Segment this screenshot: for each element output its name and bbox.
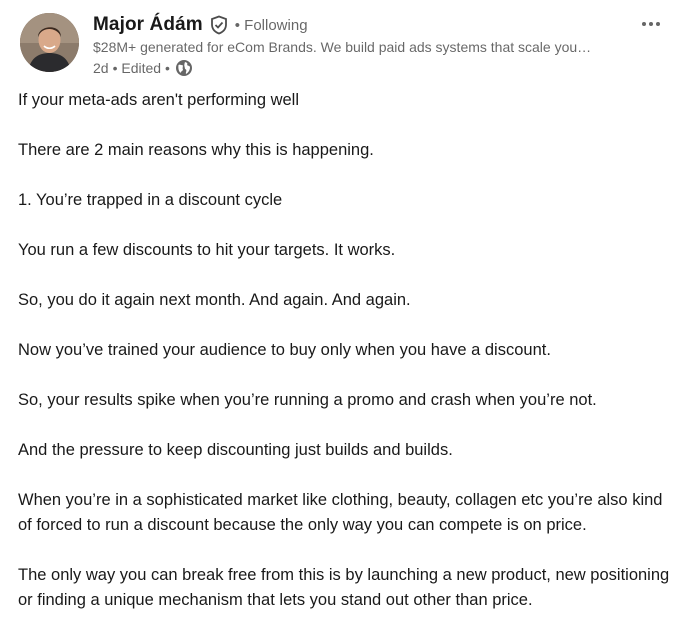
author-name[interactable]: Major Ádám <box>93 14 203 36</box>
post-paragraph: When you’re in a sophisticated market li… <box>18 491 663 534</box>
author-meta: Major Ádám • Following $28M+ generated f… <box>93 12 653 78</box>
author-avatar[interactable] <box>20 13 79 72</box>
post-subline: 2d • Edited • <box>93 58 653 78</box>
edited-label: • Edited • <box>112 60 170 76</box>
post-paragraph: The only way you can break free from thi… <box>18 566 670 609</box>
post-paragraph: There are 2 main reasons why this is hap… <box>18 141 374 159</box>
post-age: 2d <box>93 60 109 76</box>
post-paragraph: You run a few discounts to hit your targ… <box>18 241 396 259</box>
post-paragraph: If your meta-ads aren't performing well <box>18 91 300 109</box>
post-paragraph: So, your results spike when you’re runni… <box>18 391 597 409</box>
verified-shield-icon <box>209 15 229 35</box>
post-paragraph: So, you do it again next month. And agai… <box>18 291 411 309</box>
feed-post: Major Ádám • Following $28M+ generated f… <box>0 0 690 623</box>
post-content: If your meta-ads aren't performing well … <box>18 88 678 638</box>
post-header: Major Ádám • Following $28M+ generated f… <box>20 12 670 76</box>
more-options-button[interactable] <box>636 12 666 36</box>
more-dots-icon <box>642 22 660 26</box>
following-status[interactable]: • Following <box>235 17 308 34</box>
author-headline: $28M+ generated for eCom Brands. We buil… <box>93 39 592 55</box>
post-paragraph: Now you’ve trained your audience to buy … <box>18 341 551 359</box>
author-name-row: Major Ádám • Following <box>93 12 653 38</box>
post-paragraph: And the pressure to keep discounting jus… <box>18 441 453 459</box>
avatar-photo <box>20 13 79 72</box>
post-paragraph: 1. You’re trapped in a discount cycle <box>18 191 283 209</box>
globe-icon <box>175 59 193 77</box>
